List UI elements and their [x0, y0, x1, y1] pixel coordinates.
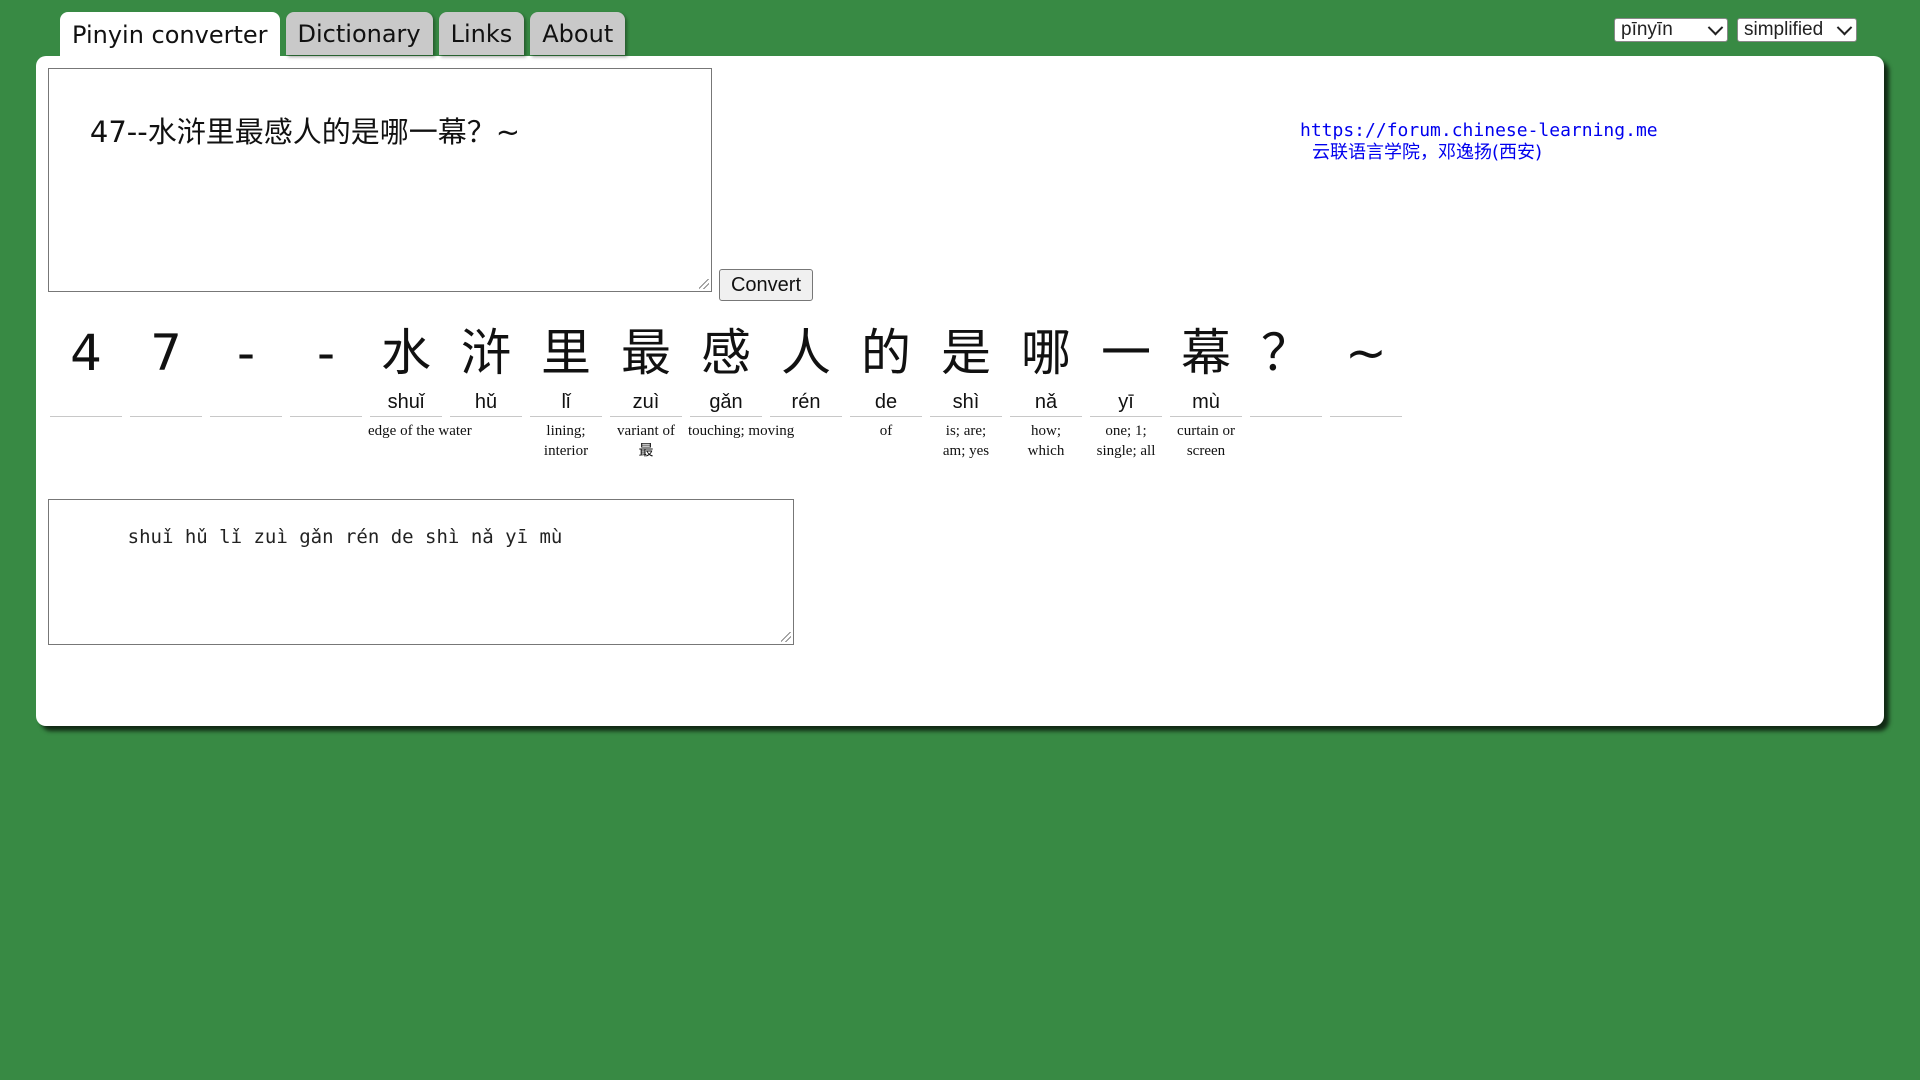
- char-glyph: 人: [781, 324, 831, 382]
- char-pinyin: [50, 388, 122, 417]
- char-glyph: 一: [1101, 324, 1151, 382]
- char-glyph: 哪: [1021, 324, 1071, 382]
- credits: https://forum.chinese-learning.me 云联语言学院…: [1300, 120, 1658, 164]
- char-glyph: ？: [1261, 324, 1311, 382]
- char-pinyin: gǎn: [690, 388, 762, 417]
- resize-grip-icon[interactable]: [781, 632, 791, 642]
- author-credit: 云联语言学院，邓逸扬(西安): [1312, 142, 1543, 163]
- char-cell[interactable]: 哪 nǎ how; which: [1010, 318, 1082, 461]
- tab-dictionary[interactable]: Dictionary: [285, 12, 433, 55]
- char-gloss: lining; interior: [543, 423, 589, 459]
- char-gloss: variant of 最: [617, 423, 675, 459]
- char-gloss: edge of the water: [368, 423, 472, 439]
- char-cell[interactable]: 的 de of: [850, 318, 922, 461]
- tab-links[interactable]: Links: [438, 12, 525, 55]
- pinyin-output-text: shuǐ hǔ lǐ zuì gǎn rén de shì nǎ yī mù: [104, 526, 563, 548]
- tab-bar: Pinyin converter Dictionary Links About: [60, 12, 626, 58]
- char-glyph: 幕: [1181, 324, 1231, 382]
- char-pinyin: [210, 388, 282, 417]
- char-pinyin: zuì: [610, 388, 682, 417]
- char-cell[interactable]: 里 lǐ lining; interior: [530, 318, 602, 461]
- char-pinyin: de: [850, 388, 922, 417]
- char-glyph: 是: [941, 324, 991, 382]
- char-gloss: how; which: [1027, 423, 1065, 459]
- char-glyph: 7: [150, 324, 182, 382]
- pinyin-output-textarea[interactable]: shuǐ hǔ lǐ zuì gǎn rén de shì nǎ yī mù: [48, 499, 794, 645]
- chevron-down-icon: [1836, 19, 1853, 35]
- character-breakdown: 4 7 - - 水 shuǐ edge of the water 浒 hǔ 里 …: [50, 318, 1410, 461]
- character-form-select[interactable]: simplified: [1737, 18, 1857, 42]
- char-pinyin: shuǐ: [370, 388, 442, 417]
- char-pinyin: mù: [1170, 388, 1242, 417]
- char-pinyin: yī: [1090, 388, 1162, 417]
- char-cell[interactable]: 最 zuì variant of 最: [610, 318, 682, 461]
- script-select[interactable]: pīnyīn: [1614, 18, 1728, 42]
- char-cell[interactable]: ~: [1330, 318, 1402, 461]
- char-cell[interactable]: 是 shì is; are; am; yes: [930, 318, 1002, 461]
- script-select-value: pīnyīn: [1621, 19, 1673, 40]
- chevron-down-icon: [1707, 19, 1724, 35]
- resize-grip-icon[interactable]: [699, 279, 709, 289]
- char-pinyin: [1330, 388, 1402, 417]
- char-cell[interactable]: -: [290, 318, 362, 461]
- char-gloss: curtain or screen: [1177, 423, 1235, 459]
- char-cell[interactable]: 感 gǎn touching; moving: [688, 318, 794, 461]
- char-glyph: 里: [541, 324, 591, 382]
- char-pinyin: lǐ: [530, 388, 602, 417]
- char-cell[interactable]: -: [210, 318, 282, 461]
- display-options: pīnyīn simplified: [1614, 18, 1857, 42]
- convert-button[interactable]: Convert: [719, 269, 813, 301]
- char-gloss: one; 1; single; all: [1096, 423, 1156, 459]
- char-cell[interactable]: 7: [130, 318, 202, 461]
- char-cell[interactable]: 一 yī one; 1; single; all: [1090, 318, 1162, 461]
- character-form-select-value: simplified: [1744, 19, 1824, 40]
- char-pinyin: hǔ: [450, 388, 522, 417]
- tab-about[interactable]: About: [530, 12, 626, 55]
- chinese-input-text: 47--水浒里最感人的是哪一幕？~: [89, 115, 521, 149]
- tab-pinyin-converter[interactable]: Pinyin converter: [60, 12, 280, 58]
- char-gloss: touching; moving: [688, 423, 795, 439]
- chinese-input-textarea[interactable]: 47--水浒里最感人的是哪一幕？~: [48, 68, 712, 292]
- char-glyph: 感: [701, 324, 751, 382]
- char-glyph: 浒: [461, 324, 511, 382]
- char-glyph: 水: [381, 324, 431, 382]
- forum-link[interactable]: https://forum.chinese-learning.me: [1300, 120, 1658, 142]
- char-pinyin: nǎ: [1010, 388, 1082, 417]
- char-glyph: 4: [70, 324, 102, 382]
- char-glyph: 的: [861, 324, 911, 382]
- char-glyph: -: [236, 324, 256, 382]
- char-pinyin: rén: [770, 388, 842, 417]
- char-gloss: is; are; am; yes: [942, 423, 990, 459]
- char-gloss: of: [879, 423, 893, 439]
- char-cell[interactable]: ？: [1250, 318, 1322, 461]
- char-glyph: ~: [1345, 324, 1387, 382]
- char-cell[interactable]: 水 shuǐ edge of the water: [368, 318, 472, 461]
- char-pinyin: [130, 388, 202, 417]
- main-panel: 47--水浒里最感人的是哪一幕？~ Convert https://forum.…: [36, 56, 1884, 726]
- char-cell[interactable]: 幕 mù curtain or screen: [1170, 318, 1242, 461]
- char-glyph: -: [316, 324, 336, 382]
- char-pinyin: [1250, 388, 1322, 417]
- char-pinyin: [290, 388, 362, 417]
- char-cell[interactable]: 4: [50, 318, 122, 461]
- char-pinyin: shì: [930, 388, 1002, 417]
- char-glyph: 最: [621, 324, 671, 382]
